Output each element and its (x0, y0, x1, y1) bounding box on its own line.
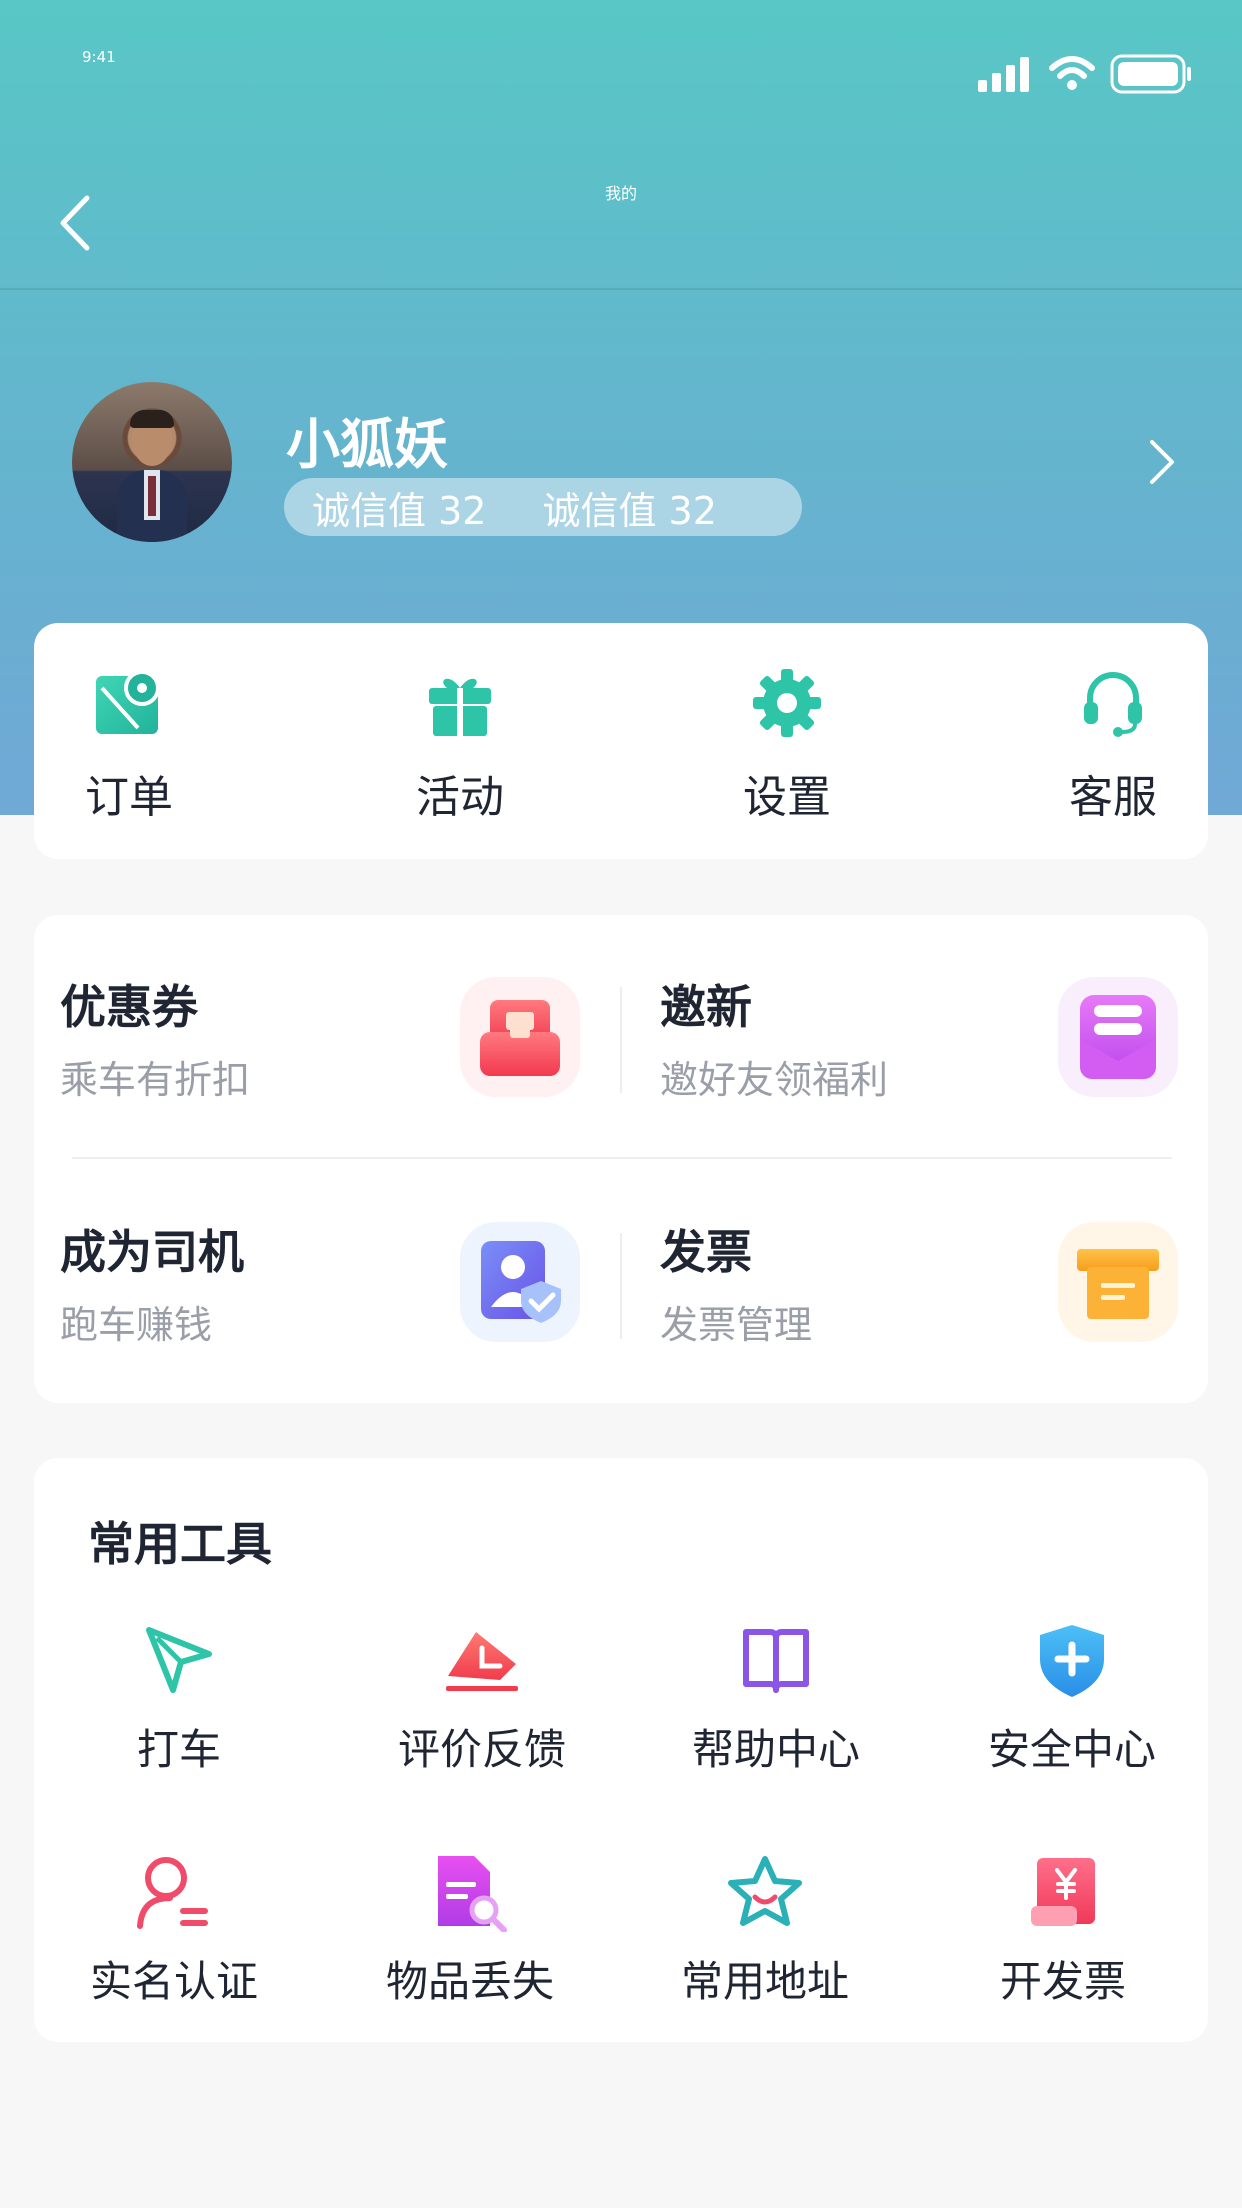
promo-title: 优惠券 (60, 980, 198, 1034)
wifi-icon (1049, 56, 1095, 90)
tool-help-center[interactable]: 帮助中心 (646, 1618, 906, 1778)
shield-icon (1030, 1618, 1114, 1702)
tool-label: 实名认证 (89, 1957, 258, 2006)
headset-icon (1077, 667, 1149, 739)
quick-action-activities[interactable]: 活动 (390, 667, 530, 837)
promo-subtitle: 乘车有折扣 (60, 1058, 251, 1102)
become-driver-entry[interactable]: 成为司机 跑车赚钱 (34, 1160, 594, 1347)
services-card: 优惠券 乘车有折扣 邀新 邀好友领福利 成为司机 跑车赚钱 发票 发票管理 (34, 915, 1208, 1403)
divider (620, 987, 622, 1093)
promo-subtitle: 邀好友领福利 (660, 1058, 889, 1102)
profile-detail-button[interactable] (1142, 437, 1182, 487)
tool-real-name[interactable]: 实名认证 (44, 1850, 304, 2010)
tool-label: 物品丢失 (385, 1957, 554, 2006)
credit-score: 诚信值 32 (312, 488, 487, 533)
page-title: 我的 (604, 184, 637, 203)
tool-safety-center[interactable]: 安全中心 (942, 1618, 1202, 1778)
battery-icon (1110, 54, 1191, 94)
invite-entry[interactable]: 邀新 邀好友领福利 (648, 915, 1208, 1102)
gift-icon (424, 667, 496, 739)
tool-label: 评价反馈 (397, 1725, 566, 1774)
promo-title: 邀新 (660, 980, 752, 1034)
tools-title: 常用工具 (88, 1517, 272, 1571)
quick-actions-card: 订单 活动 设置 客服 (34, 623, 1208, 859)
invoice-entry[interactable]: 发票 发票管理 (648, 1160, 1208, 1347)
quick-action-support[interactable]: 客服 (1043, 667, 1183, 837)
promo-subtitle: 发票管理 (660, 1303, 813, 1347)
coupon-bag-icon (460, 977, 580, 1097)
tools-card: 常用工具 打车 评价反馈 帮助中心 安全中心 实名认证 物品丢失 常用地址 开发… (34, 1458, 1208, 2042)
tool-label: 常用地址 (680, 1957, 849, 2006)
nav-bar: 我的 (0, 120, 1242, 290)
tool-issue-invoice[interactable]: 开发票 (933, 1850, 1193, 2010)
quick-action-label: 活动 (416, 772, 504, 823)
status-icons (978, 54, 1192, 94)
promo-title: 成为司机 (60, 1225, 244, 1279)
paper-plane-icon (137, 1618, 221, 1702)
book-icon (734, 1618, 818, 1702)
gear-icon (751, 667, 823, 739)
quick-action-label: 客服 (1069, 772, 1157, 823)
signal-icon (978, 57, 1029, 92)
quick-action-settings[interactable]: 设置 (717, 667, 857, 837)
user-verify-icon (132, 1850, 216, 1934)
coupon-entry[interactable]: 优惠券 乘车有折扣 (34, 915, 594, 1102)
tool-addresses[interactable]: 常用地址 (635, 1850, 895, 2010)
status-bar: 9:41 (0, 0, 1242, 120)
status-time: 9:41 (82, 48, 116, 66)
tool-taxi[interactable]: 打车 (49, 1618, 309, 1778)
invoice-box-icon (1058, 1222, 1178, 1342)
profile-name: 小狐妖 (286, 413, 448, 476)
promo-subtitle: 跑车赚钱 (60, 1303, 213, 1347)
credit-score-pill: 诚信值 32 诚信值 32 (284, 478, 802, 536)
tool-label: 开发票 (999, 1957, 1126, 2006)
credit-score: 诚信值 32 (542, 488, 717, 533)
lost-item-search-icon (428, 1850, 512, 1934)
tool-label: 安全中心 (987, 1725, 1156, 1774)
quick-action-label: 设置 (743, 772, 831, 823)
chevron-right-icon (1150, 440, 1174, 484)
divider (620, 1233, 622, 1339)
avatar[interactable] (72, 382, 232, 542)
tool-feedback[interactable]: 评价反馈 (352, 1618, 612, 1778)
tool-label: 打车 (136, 1725, 221, 1774)
divider (72, 1157, 1172, 1159)
tool-lost-items[interactable]: 物品丢失 (340, 1850, 600, 2010)
receipt-yen-icon (1021, 1850, 1105, 1934)
quick-action-orders[interactable]: 订单 (59, 667, 199, 837)
star-address-icon (723, 1850, 807, 1934)
driver-badge-icon (460, 1222, 580, 1342)
feedback-icon (440, 1618, 524, 1702)
invite-envelope-icon (1058, 977, 1178, 1097)
profile-header[interactable]: 小狐妖 诚信值 32 诚信值 32 (72, 382, 1182, 542)
map-pin-icon (93, 667, 165, 739)
quick-action-label: 订单 (85, 772, 173, 823)
promo-title: 发票 (660, 1225, 752, 1279)
tool-label: 帮助中心 (691, 1725, 860, 1774)
